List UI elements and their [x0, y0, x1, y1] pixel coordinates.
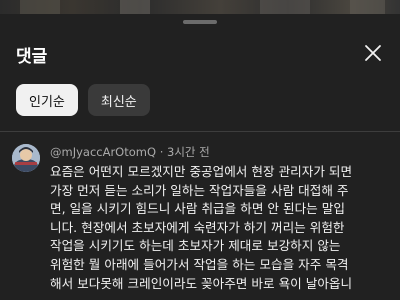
- comment-time: 3시간 전: [167, 145, 210, 159]
- panel-title: 댓글: [16, 47, 48, 67]
- comment-line: 요즘은 어떤지 모르겠지만 중공업에서 현장 관리자가 되면: [50, 164, 353, 179]
- comment-author[interactable]: @mJyaccArOtomQ: [50, 145, 156, 159]
- comment-item: @mJyaccArOtomQ · 3시간 전 요즘은 어떤지 모르겠지만 중공업…: [0, 132, 400, 300]
- avatar-image: [12, 144, 40, 172]
- tab-newest[interactable]: 최신순: [87, 84, 150, 116]
- tab-popular[interactable]: 인기순: [16, 84, 78, 116]
- comment-line: 위험한 뭘 아래에 들어가서 작업을 하는 모습을 자주 목격: [50, 256, 349, 272]
- avatar[interactable]: [12, 144, 40, 172]
- sort-tabs: 인기순 최신순: [16, 84, 150, 118]
- close-button[interactable]: [360, 40, 386, 66]
- comment-line: 해서 보다못해 크레인이라도 꽂아주면 바로 욕이 날아옵니: [50, 275, 353, 291]
- comment-line: 가장 먼저 듣는 소리가 일하는 작업자들을 사람 대접해 주: [50, 182, 349, 198]
- close-icon: [365, 45, 381, 61]
- meta-separator: ·: [159, 145, 164, 159]
- video-preview-strip: [0, 0, 400, 14]
- comment-line: 작업을 시키기도 하는데 초보자가 제대로 보강하지 않는: [50, 238, 341, 254]
- comment-meta: @mJyaccArOtomQ · 3시간 전: [50, 144, 210, 160]
- drag-handle[interactable]: [183, 20, 217, 24]
- comments-header: 댓글: [0, 36, 400, 74]
- comment-line: 면, 일을 시키기 힘드니 사람 취급을 하면 안 된다는 말입: [50, 201, 345, 217]
- comment-line: 니다. 현장에서 초보자에게 숙련자가 하기 꺼리는 위험한: [50, 219, 345, 235]
- comment-text: 요즘은 어떤지 모르겠지만 중공업에서 현장 관리자가 되면 가장 먼저 듣는 …: [50, 163, 390, 293]
